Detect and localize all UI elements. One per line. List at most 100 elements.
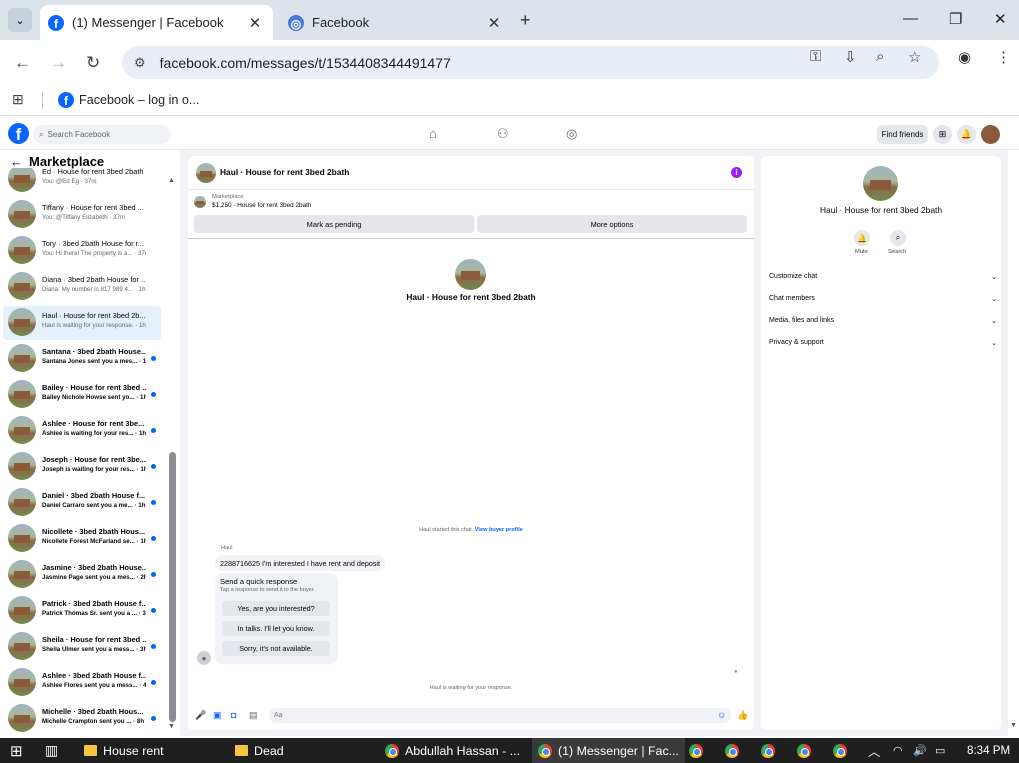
key-icon[interactable]: ⚿ bbox=[810, 48, 821, 65]
star-icon[interactable]: ☆ bbox=[908, 48, 921, 66]
listing-thumbnail bbox=[8, 452, 36, 480]
notifications-icon[interactable]: 🔔 bbox=[957, 125, 976, 144]
conversation-item[interactable]: Santana · 3bed 2bath House... Santana Jon… bbox=[3, 342, 161, 376]
tab-messenger[interactable]: f (1) Messenger | Facebook ✕ bbox=[40, 5, 273, 40]
close-icon[interactable]: ✕ bbox=[245, 14, 265, 32]
chat-members-row[interactable]: Chat members ⌄ bbox=[769, 295, 997, 303]
avatar[interactable] bbox=[981, 125, 1000, 144]
conversation-item[interactable]: Sheila · House for rent 3bed ... Sheila U… bbox=[3, 630, 161, 664]
task-view-icon[interactable]: ▥ bbox=[45, 738, 58, 763]
profile-icon[interactable]: ◉ bbox=[958, 48, 971, 66]
conversation-item[interactable]: Haul · House for rent 3bed 2b... Haul is … bbox=[3, 306, 161, 340]
chrome-icon bbox=[761, 743, 775, 758]
taskbar-chrome-3[interactable] bbox=[761, 738, 781, 763]
media-files-row[interactable]: Media, files and links ⌄ bbox=[769, 317, 997, 325]
conversation-item[interactable]: Tory · 3bed 2bath House for r... You: Hi … bbox=[3, 234, 161, 268]
zoom-icon[interactable]: ⌕ bbox=[876, 48, 884, 65]
listing-avatar[interactable] bbox=[863, 166, 898, 201]
divider bbox=[188, 238, 754, 239]
page-scrollbar[interactable]: ▼ bbox=[1008, 150, 1019, 736]
emoji-icon[interactable]: ☺ bbox=[717, 710, 726, 720]
wifi-icon[interactable]: ◠ bbox=[893, 738, 903, 763]
reload-icon[interactable]: ↻ bbox=[86, 53, 100, 73]
taskbar-item-dead[interactable]: Dead bbox=[235, 738, 284, 763]
view-buyer-profile-link[interactable]: View buyer profile bbox=[475, 527, 523, 533]
apps-icon[interactable]: ⊞ bbox=[12, 91, 24, 108]
conversation-item[interactable]: Diana · 3bed 2bath House for ... Diana: M… bbox=[3, 270, 161, 304]
taskbar-item-house-rent[interactable]: House rent bbox=[84, 738, 164, 763]
tab-facebook[interactable]: ◎ Facebook ✕ bbox=[280, 5, 512, 40]
close-window-button[interactable]: ✕ bbox=[994, 10, 1007, 28]
scroll-down-icon[interactable]: ▼ bbox=[168, 723, 175, 730]
clock[interactable]: 8:34 PM bbox=[967, 738, 1010, 763]
quick-reply-button[interactable]: In talks. I'll let you know. bbox=[222, 621, 330, 636]
tray-chevron-icon[interactable]: ︿ bbox=[868, 738, 880, 763]
conversation-item[interactable]: Patrick · 3bed 2bath House f... Patrick T… bbox=[3, 594, 161, 628]
windows-start-icon[interactable]: ⊞ bbox=[10, 738, 23, 763]
forward-icon[interactable]: → bbox=[50, 53, 67, 73]
conversation-item[interactable]: Bailey · House for rent 3bed ... Bailey N… bbox=[3, 378, 161, 412]
taskbar-chrome-4[interactable] bbox=[797, 738, 817, 763]
conversation-item[interactable]: Jasmine · 3bed 2bath House... Jasmine Pag… bbox=[3, 558, 161, 592]
conversation-item[interactable]: Michelle · 3bed 2bath Hous... Michelle Cr… bbox=[3, 702, 161, 734]
facebook-logo-icon[interactable]: f bbox=[8, 123, 29, 144]
conversation-item[interactable]: Ashlee · 3bed 2bath House f... Ashlee Flo… bbox=[3, 666, 161, 700]
chrome-icon bbox=[385, 743, 399, 758]
conversation-item[interactable]: Tiffany · House for rent 3bed ... You: @T… bbox=[3, 198, 161, 232]
back-arrow-icon[interactable]: ← bbox=[10, 154, 23, 169]
menu-icon[interactable]: ⋮ bbox=[996, 48, 1011, 66]
home-icon[interactable]: ⌂ bbox=[429, 126, 437, 141]
message-bubble[interactable]: 2288716625 I'm interested I have rent an… bbox=[215, 555, 386, 571]
sticker-icon[interactable]: ◘ bbox=[231, 710, 236, 720]
gif-icon[interactable]: ▤ bbox=[249, 710, 258, 721]
tab-search-button[interactable]: ⌄ bbox=[8, 8, 32, 32]
conversation-item[interactable]: Joseph · House for rent 3be... Joseph is … bbox=[3, 450, 161, 484]
find-friends-button[interactable]: Find friends bbox=[877, 125, 928, 144]
new-tab-button[interactable]: + bbox=[520, 10, 531, 31]
site-settings-icon[interactable]: ⚙ bbox=[134, 55, 146, 71]
bookmark-facebook[interactable]: f Facebook – log in o... bbox=[58, 92, 199, 108]
taskbar-item-chrome-abdullah[interactable]: Abdullah Hassan - ... bbox=[385, 738, 520, 763]
message-input[interactable] bbox=[269, 708, 731, 723]
facebook-icon: f bbox=[48, 14, 64, 31]
groups-icon[interactable]: ◎ bbox=[566, 126, 577, 142]
conversation-item[interactable]: Daniel · 3bed 2bath House f... Daniel Car… bbox=[3, 486, 161, 520]
quick-reply-button[interactable]: Yes, are you interested? bbox=[222, 601, 330, 616]
info-icon[interactable]: i bbox=[731, 167, 742, 178]
taskbar-chrome-1[interactable] bbox=[689, 738, 709, 763]
listing-thumbnail[interactable] bbox=[196, 163, 216, 183]
sidebar-scroll-thumb[interactable] bbox=[169, 452, 176, 722]
conversation-item[interactable]: Nicollete · 3bed 2bath Hous... Nicollete … bbox=[3, 522, 161, 556]
more-options-button[interactable]: More options bbox=[477, 215, 747, 233]
quick-reply-button[interactable]: Sorry, it's not available. bbox=[222, 641, 330, 656]
scroll-up-icon[interactable]: ▲ bbox=[168, 177, 175, 184]
friends-icon[interactable]: ⚇ bbox=[497, 126, 509, 142]
customize-chat-row[interactable]: Customize chat ⌄ bbox=[769, 273, 997, 281]
scroll-down-icon[interactable]: ▼ bbox=[1010, 722, 1017, 729]
address-bar-row: ← → ↻ ⚙ facebook.com/messages/t/15344083… bbox=[0, 40, 1019, 86]
image-icon[interactable]: ▣ bbox=[213, 710, 222, 721]
taskbar-chrome-5[interactable] bbox=[833, 738, 853, 763]
minimize-button[interactable]: — bbox=[903, 10, 918, 27]
conversation-preview: Daniel Carraro sent you a me... · 1h bbox=[42, 502, 146, 509]
close-icon[interactable]: ✕ bbox=[484, 14, 504, 32]
mark-pending-button[interactable]: Mark as pending bbox=[194, 215, 474, 233]
install-icon[interactable]: ⇩ bbox=[844, 48, 857, 66]
marketplace-listing-bar[interactable]: Marketplace $1,250 · House for rent 3bed… bbox=[194, 194, 754, 214]
restore-button[interactable]: ❐ bbox=[949, 10, 962, 28]
volume-icon[interactable]: 🔊 bbox=[913, 738, 927, 763]
chat-title[interactable]: Haul · House for rent 3bed 2bath bbox=[220, 167, 349, 177]
privacy-support-row[interactable]: Privacy & support ⌄ bbox=[769, 339, 997, 347]
search-icon[interactable]: ⌕ bbox=[890, 230, 906, 246]
taskbar-item-messenger[interactable]: (1) Messenger | Fac... bbox=[532, 738, 685, 763]
like-icon[interactable]: 👍 bbox=[737, 710, 748, 721]
microphone-icon[interactable]: 🎤 bbox=[195, 710, 206, 721]
menu-grid-icon[interactable]: ⊞ bbox=[933, 125, 952, 144]
taskbar-chrome-2[interactable] bbox=[725, 738, 745, 763]
conversation-item[interactable]: Ashlee · House for rent 3be... Ashlee is … bbox=[3, 414, 161, 448]
battery-icon[interactable]: ▭ bbox=[935, 738, 945, 763]
back-icon[interactable]: ← bbox=[14, 53, 31, 73]
conversation-item[interactable]: Ed · House for rent 3bed 2bath You: @Ed E… bbox=[3, 168, 161, 196]
mute-icon[interactable]: 🔔 bbox=[854, 230, 870, 246]
search-facebook-input[interactable]: ⌕ Search Facebook bbox=[33, 125, 171, 144]
